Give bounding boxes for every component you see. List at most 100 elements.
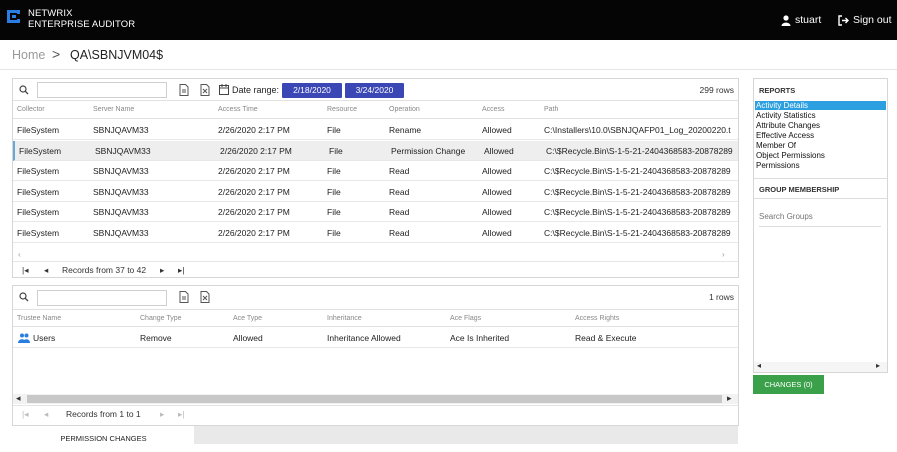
path: C:\$Recycle.Bin\S-1-5-21-2404368583-2087… — [544, 166, 731, 176]
reports-title: REPORTS — [759, 86, 796, 95]
resource: File — [327, 125, 341, 135]
prev-page-icon[interactable]: ◂ — [44, 265, 48, 276]
export-excel-icon[interactable] — [200, 84, 210, 96]
group-membership-title: GROUP MEMBERSHIP — [759, 185, 840, 194]
user-menu[interactable]: stuart — [781, 14, 821, 26]
column-header[interactable]: Resource — [327, 106, 357, 113]
user-icon — [781, 14, 791, 26]
permissions-horizontal-scrollbar[interactable]: ◂ ▸ — [13, 393, 738, 404]
search-icon — [19, 292, 29, 302]
next-page-icon[interactable]: ▸ — [160, 265, 164, 276]
operation: Read — [389, 186, 410, 197]
access-rights: Read & Execute — [575, 333, 637, 343]
column-header[interactable]: Change Type — [140, 315, 182, 322]
server-name: SBNJQAVM33 — [93, 186, 149, 197]
table-row[interactable]: FileSystem SBNJQAVM33 2/26/2020 2:17 PM Fil… — [13, 140, 738, 161]
export-csv-icon[interactable] — [179, 84, 189, 96]
date-range-label: Date range: — [232, 85, 280, 95]
access: Allowed — [482, 166, 512, 176]
group-horizontal-scrollbar[interactable]: ◂ ▸ — [754, 361, 887, 372]
column-header[interactable]: Access Time — [218, 106, 258, 113]
table-row[interactable]: FileSystem SBNJQAVM33 2/26/2020 2:17 PM Fil… — [13, 202, 738, 222]
date-from-button[interactable]: 2/18/2020 — [282, 83, 342, 98]
table-row[interactable]: FileSystem SBNJQAVM33 2/26/2020 2:17 PM Fil… — [13, 120, 738, 140]
report-item[interactable]: Member Of — [755, 141, 886, 150]
operation: Read — [389, 166, 410, 176]
records-label: Records from 1 to 1 — [66, 409, 141, 419]
scroll-right-icon[interactable]: › — [722, 250, 725, 259]
sign-out-button[interactable]: Sign out — [838, 14, 892, 26]
column-header[interactable]: Collector — [17, 106, 45, 113]
table-row[interactable]: FileSystem SBNJQAVM33 2/26/2020 2:17 PM Fil… — [13, 223, 738, 243]
table-row[interactable]: Users Remove Allowed Inheritance Allowed… — [13, 328, 738, 348]
next-page-icon[interactable]: ▸ — [160, 409, 164, 420]
access: Allowed — [482, 125, 512, 135]
breadcrumb-home[interactable]: Home — [12, 48, 45, 62]
table-row[interactable]: FileSystem SBNJQAVM33 2/26/2020 2:17 PM Fil… — [13, 161, 738, 181]
prev-page-icon[interactable]: ◂ — [44, 409, 48, 420]
scroll-left-icon[interactable]: ◂ — [16, 393, 21, 404]
operation: Read — [389, 227, 410, 238]
column-header[interactable]: Access — [482, 106, 505, 113]
scroll-right-icon[interactable]: ▸ — [727, 393, 732, 404]
server-name: SBNJQAVM33 — [93, 227, 149, 238]
path: C:\Installers\10.0\SBNJQAFP01_Log_202002… — [544, 125, 731, 135]
column-header[interactable]: Trustee Name — [17, 315, 61, 322]
access-time: 2/26/2020 2:17 PM — [218, 207, 290, 217]
report-item[interactable]: Attribute Changes — [755, 121, 886, 130]
last-page-icon[interactable]: ▸| — [178, 409, 184, 420]
netwrix-logo — [7, 10, 20, 23]
activity-row-count: 299 rows — [699, 85, 735, 95]
activity-table-header: Collector Server Name Access Time Resour… — [13, 100, 738, 119]
scroll-right-icon[interactable]: ▸ — [876, 361, 880, 370]
column-header[interactable]: Ace Flags — [450, 315, 481, 322]
brand-name: NETWRIX ENTERPRISE AUDITOR — [28, 8, 135, 30]
search-icon — [19, 85, 29, 95]
divider — [754, 198, 887, 199]
changes-button[interactable]: CHANGES (0) — [753, 375, 824, 394]
tab-permission-changes[interactable]: PERMISSION CHANGES — [13, 426, 194, 444]
server-name: SBNJQAVM33 — [95, 145, 151, 156]
first-page-icon[interactable]: |◂ — [22, 265, 28, 276]
report-item[interactable]: Activity Details — [755, 101, 886, 110]
page-title: QA\SBNJVM04$ — [70, 48, 164, 62]
breadcrumb-separator: > — [52, 46, 61, 62]
path: C:\$Recycle.Bin\S-1-5-21-2404368583-2087… — [546, 145, 733, 156]
access-time: 2/26/2020 2:17 PM — [218, 125, 290, 135]
report-item[interactable]: Permissions — [755, 161, 886, 170]
date-to-button[interactable]: 3/24/2020 — [345, 83, 404, 98]
server-name: SBNJQAVM33 — [93, 207, 149, 217]
scroll-left-icon[interactable]: ‹ — [18, 250, 21, 259]
report-item[interactable]: Effective Access — [755, 131, 886, 140]
last-page-icon[interactable]: ▸| — [178, 265, 184, 276]
table-row[interactable]: FileSystem SBNJQAVM33 2/26/2020 2:17 PM Fil… — [13, 182, 738, 202]
activity-horizontal-scrollbar[interactable]: ‹ › — [13, 250, 738, 260]
column-header[interactable]: Path — [544, 106, 558, 113]
column-header[interactable]: Operation — [389, 106, 420, 113]
scrollbar-thumb[interactable] — [27, 395, 722, 403]
trustee-name: Users — [33, 333, 56, 343]
scroll-left-icon[interactable]: ◂ — [757, 361, 761, 370]
column-header[interactable]: Server Name — [93, 106, 134, 113]
permissions-search-input[interactable] — [37, 290, 167, 306]
brand-line-2: ENTERPRISE AUDITOR — [28, 19, 136, 30]
first-page-icon[interactable]: |◂ — [22, 409, 28, 420]
access: Allowed — [484, 145, 514, 156]
operation: Read — [389, 207, 410, 217]
operation: Permission Change — [391, 145, 466, 156]
access-time: 2/26/2020 2:17 PM — [218, 186, 290, 197]
group-icon — [18, 333, 30, 343]
export-csv-icon[interactable] — [179, 291, 189, 303]
group-search-input[interactable] — [759, 207, 881, 227]
export-excel-icon[interactable] — [200, 291, 210, 303]
sign-out-icon — [838, 14, 849, 26]
column-header[interactable]: Access Rights — [575, 315, 619, 322]
report-item[interactable]: Activity Statistics — [755, 111, 886, 120]
report-item[interactable]: Object Permissions — [755, 151, 886, 160]
activity-search-input[interactable] — [37, 82, 167, 98]
access-time: 2/26/2020 2:17 PM — [218, 227, 290, 238]
access: Allowed — [482, 207, 512, 217]
column-header[interactable]: Inheritance — [327, 315, 362, 322]
column-header[interactable]: Ace Type — [233, 315, 262, 322]
inheritance: Inheritance Allowed — [327, 333, 401, 343]
